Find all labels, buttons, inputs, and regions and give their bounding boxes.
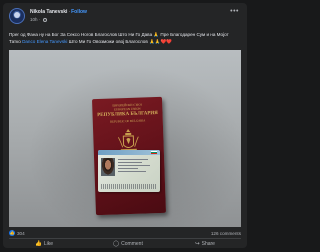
comment-label: Comment xyxy=(121,241,143,247)
share-button[interactable]: ↪ Share xyxy=(195,240,215,248)
author-row: Nikola Tanevski·Follow xyxy=(30,9,87,15)
comment-count[interactable]: 126 comments xyxy=(211,231,241,236)
author-name[interactable]: Nikola Tanevski xyxy=(30,9,67,15)
divider xyxy=(9,238,241,239)
tagged-user-link[interactable]: Danco Elena Tanevski xyxy=(22,39,67,44)
id-card-line xyxy=(118,171,146,172)
passport-subtitle: REPUBLIC OF BULGARIA xyxy=(110,118,146,124)
id-card-mrz xyxy=(101,184,157,189)
share-arrow-icon: ↪ xyxy=(195,241,200,247)
follow-button[interactable]: Follow xyxy=(71,9,87,15)
globe-icon xyxy=(42,17,47,22)
id-card-line xyxy=(118,165,150,166)
post-time[interactable]: 10h xyxy=(30,17,38,22)
post-meta: 10h · xyxy=(30,17,47,22)
post-text: Прег од Фана ну на Бог За Сексо Ногов Бл… xyxy=(9,31,241,45)
author-avatar[interactable] xyxy=(9,8,25,24)
passport-title: РЕПУБЛИКА БЪЛГАРИЯ xyxy=(97,110,158,119)
more-options-icon[interactable]: ••• xyxy=(230,8,239,15)
id-card-line xyxy=(118,168,138,169)
post-stats: 👍 304 126 comments xyxy=(9,230,241,237)
id-card-line xyxy=(118,162,142,163)
thumbs-up-icon: 👍 xyxy=(35,241,42,247)
comment-bubble-icon: ◯ xyxy=(113,241,120,247)
share-label: Share xyxy=(201,241,215,247)
post-photo[interactable]: ЕВРОПЕЙСКИ СЪЮЗ EUROPEAN UNION РЕПУБЛИКА… xyxy=(9,50,241,227)
separator-dot: · xyxy=(68,9,71,15)
id-card-line xyxy=(118,159,148,160)
comment-button[interactable]: ◯ Comment xyxy=(113,240,143,248)
post-card: Nikola Tanevski·Follow 10h · ••• Прег од… xyxy=(3,3,247,248)
id-card-portrait xyxy=(101,158,115,176)
reaction-count[interactable]: 304 xyxy=(17,231,25,236)
flag-icon xyxy=(151,151,157,154)
post-actions: 👍 Like ◯ Comment ↪ Share xyxy=(9,240,241,248)
id-card-image xyxy=(98,150,160,192)
like-reaction-icon[interactable]: 👍 xyxy=(9,230,15,236)
like-label: Like xyxy=(43,241,54,247)
post-text-part2: Што Ми Го Овозможи овој Благослов 🙏🙏❤️❤️ xyxy=(67,39,172,44)
post-header: Nikola Tanevski·Follow 10h · ••• xyxy=(9,8,241,26)
like-button[interactable]: 👍 Like xyxy=(35,240,53,248)
